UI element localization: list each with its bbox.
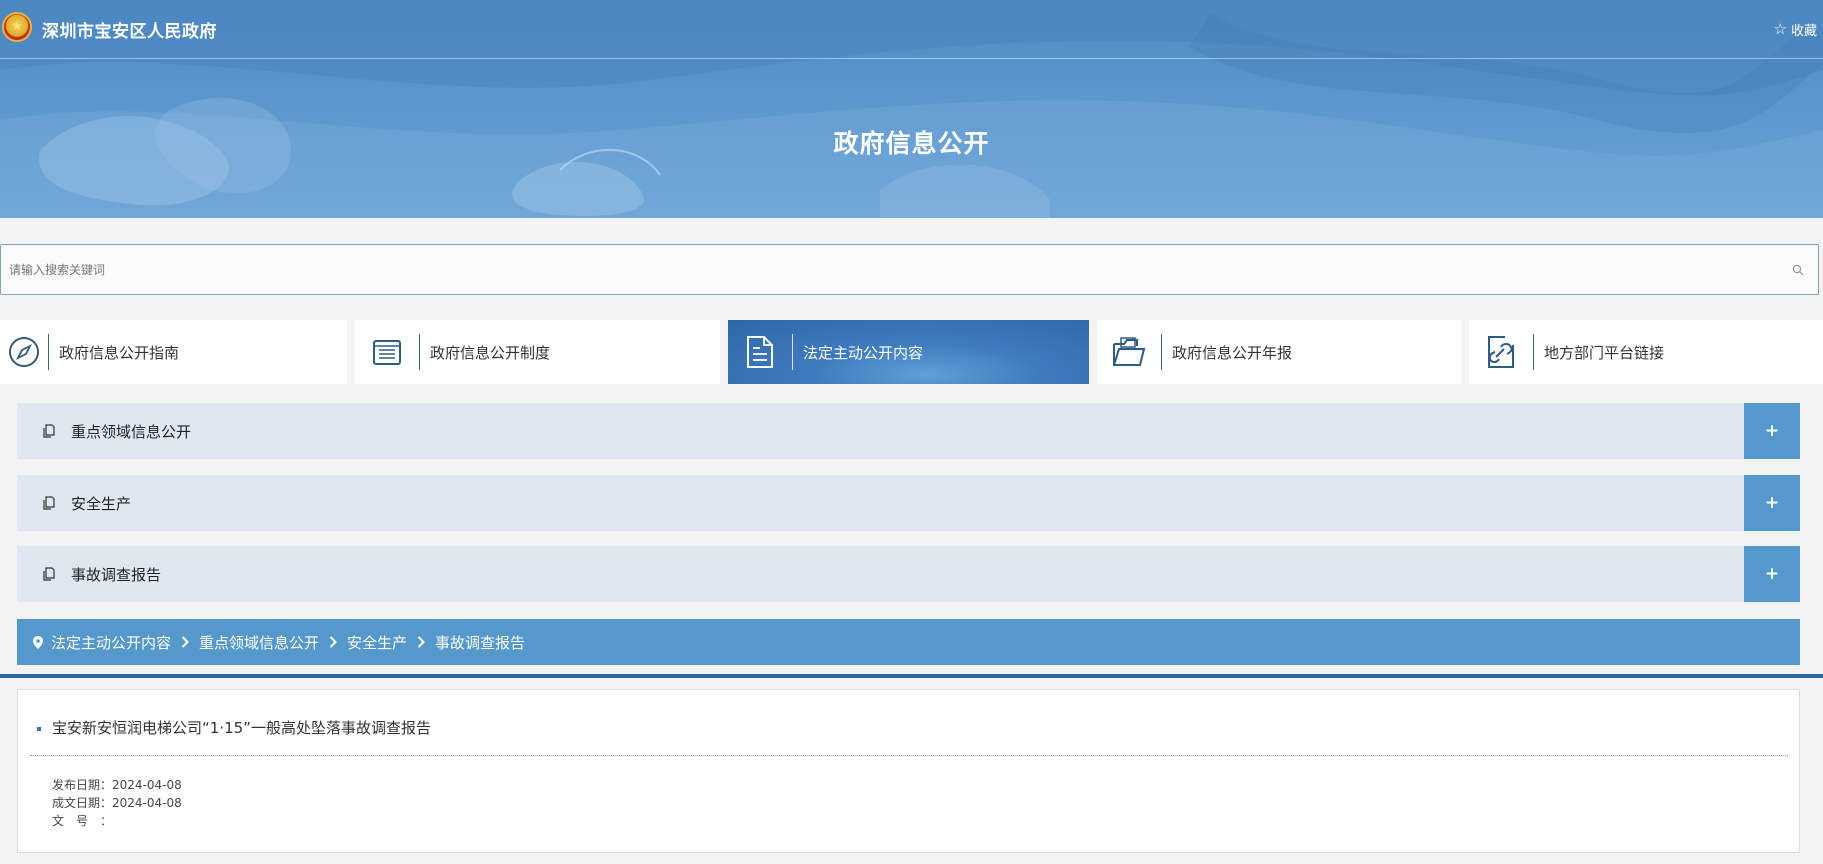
doc-number-row: 文号： xyxy=(52,812,182,830)
written-date-value: 2024-04-08 xyxy=(112,796,182,810)
favorite-label: 收藏 xyxy=(1790,23,1817,39)
accordion-safety-production[interactable]: 安全生产 + xyxy=(17,475,1800,531)
tab-annual-report[interactable]: 政府信息公开年报 xyxy=(1097,320,1461,384)
article-meta: 发布日期： 2024-04-08 成文日期： 2024-04-08 文号： xyxy=(52,776,182,830)
folder-icon xyxy=(1113,337,1146,366)
breadcrumb: 法定主动公开内容 重点领域信息公开 安全生产 事故调查报告 xyxy=(17,619,1800,665)
accordion-label: 重点领域信息公开 xyxy=(71,422,192,441)
favorite-button[interactable]: ☆ 收藏 xyxy=(1774,18,1817,40)
search-input[interactable] xyxy=(1,245,1778,294)
tab-label: 政府信息公开制度 xyxy=(430,343,551,362)
written-date-row: 成文日期： 2024-04-08 xyxy=(52,794,182,812)
divider xyxy=(0,674,1823,678)
accordion-key-areas[interactable]: 重点领域信息公开 + xyxy=(17,403,1800,459)
national-emblem-icon[interactable] xyxy=(2,12,32,42)
article-title-link[interactable]: 宝安新安恒润电梯公司“1·15”一般高处坠落事故调查报告 xyxy=(52,717,431,738)
header-banner: 深圳市宝安区人民政府 ☆ 收藏 政府信息公开 xyxy=(0,0,1823,218)
star-icon: ☆ xyxy=(1773,19,1787,38)
search-button[interactable] xyxy=(1778,245,1818,294)
breadcrumb-item[interactable]: 重点领域信息公开 xyxy=(199,632,319,653)
tab-disclosure-system[interactable]: 政府信息公开制度 xyxy=(355,320,720,384)
accordion-label: 安全生产 xyxy=(71,494,132,513)
tab-label: 政府信息公开年报 xyxy=(1172,343,1293,362)
list-document-icon xyxy=(373,340,401,365)
tab-statutory-content[interactable]: 法定主动公开内容 xyxy=(728,320,1089,384)
tab-label: 法定主动公开内容 xyxy=(803,343,924,362)
document-icon xyxy=(747,336,773,368)
doc-number-label: 文号： xyxy=(52,814,125,828)
tab-platform-links[interactable]: 地方部门平台链接 xyxy=(1469,320,1823,384)
link-icon xyxy=(1488,336,1514,368)
chevron-right-icon xyxy=(329,636,337,648)
publish-date-value: 2024-04-08 xyxy=(112,778,182,792)
site-name[interactable]: 深圳市宝安区人民政府 xyxy=(42,17,217,42)
publish-date-label: 发布日期： xyxy=(52,778,113,792)
bullet-icon xyxy=(37,727,41,731)
accordion-accident-reports[interactable]: 事故调查报告 + xyxy=(17,546,1800,602)
dotted-divider xyxy=(30,755,1788,756)
accordion-label: 事故调查报告 xyxy=(71,565,162,584)
breadcrumb-item[interactable]: 安全生产 xyxy=(347,632,407,653)
nav-tabs: 政府信息公开指南 政府信息公开制度 法定主动公开内容 政府信息公开年报 地方部门… xyxy=(0,320,1823,384)
top-bar: 深圳市宝安区人民政府 ☆ 收藏 xyxy=(0,0,1823,59)
search-icon xyxy=(1792,264,1804,275)
publish-date-row: 发布日期： 2024-04-08 xyxy=(52,776,182,794)
page-title: 政府信息公开 xyxy=(833,129,990,158)
location-pin-icon xyxy=(33,635,43,649)
tab-disclosure-guide[interactable]: 政府信息公开指南 xyxy=(0,320,347,384)
chevron-right-icon xyxy=(181,636,189,648)
expand-button[interactable]: + xyxy=(1744,475,1800,531)
search-bar xyxy=(0,244,1819,295)
copy-icon xyxy=(43,567,55,581)
expand-button[interactable]: + xyxy=(1744,546,1800,602)
written-date-label: 成文日期： xyxy=(52,796,113,810)
copy-icon xyxy=(43,496,55,510)
expand-button[interactable]: + xyxy=(1744,403,1800,459)
article-list: 宝安新安恒润电梯公司“1·15”一般高处坠落事故调查报告 发布日期： 2024-… xyxy=(17,689,1800,853)
tab-label: 地方部门平台链接 xyxy=(1544,343,1665,362)
breadcrumb-item[interactable]: 法定主动公开内容 xyxy=(51,632,171,653)
tab-label: 政府信息公开指南 xyxy=(59,343,180,362)
chevron-right-icon xyxy=(417,636,425,648)
compass-icon xyxy=(9,337,39,367)
breadcrumb-item[interactable]: 事故调查报告 xyxy=(435,632,525,653)
copy-icon xyxy=(43,424,55,438)
